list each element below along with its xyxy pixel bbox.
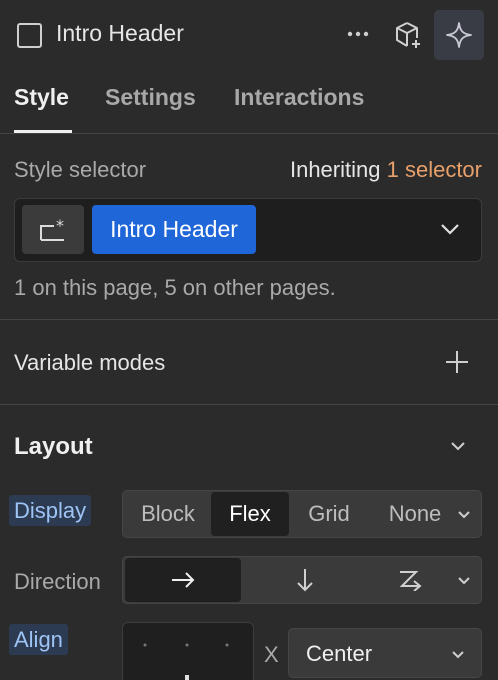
inheriting-info: Inheriting 1 selector <box>290 157 482 183</box>
inheriting-prefix: Inheriting <box>289 157 381 182</box>
display-option-flex[interactable]: Flex <box>211 492 289 536</box>
display-segmented-control: Block Flex Grid None <box>122 490 482 538</box>
active-tab-indicator <box>14 130 72 133</box>
selected-class-chip[interactable]: Intro Header <box>92 205 256 254</box>
wrap-icon <box>399 571 422 591</box>
direction-vertical-option[interactable] <box>247 557 363 603</box>
align-label-text: Align <box>9 624 68 655</box>
ai-sparkle-icon <box>446 22 472 48</box>
display-label-text: Display <box>9 495 92 526</box>
add-component-icon[interactable] <box>393 20 423 50</box>
plus-icon[interactable] <box>444 349 470 375</box>
divider <box>0 404 498 405</box>
direction-horizontal-option[interactable] <box>125 558 241 602</box>
direction-more-chevron-icon[interactable] <box>457 576 471 586</box>
arrow-right-icon <box>172 572 195 588</box>
align-grid[interactable] <box>122 622 254 680</box>
selector-usage-text: 1 on this page, 5 on other pages. <box>14 275 336 300</box>
ai-assistant-button[interactable] <box>434 10 484 60</box>
tab-settings[interactable]: Settings <box>105 84 196 111</box>
divider <box>0 319 498 320</box>
align-label: Align <box>9 624 68 655</box>
display-label: Display <box>9 495 92 526</box>
align-x-label: X <box>264 642 279 667</box>
direction-label: Direction <box>14 569 101 594</box>
display-option-grid[interactable]: Grid <box>291 491 367 537</box>
inheriting-selector-link[interactable]: 1 selector <box>387 157 482 182</box>
collapse-chevron-icon[interactable] <box>450 441 466 452</box>
element-title: Intro Header <box>56 20 184 46</box>
display-option-none[interactable]: None <box>373 491 457 537</box>
element-box-icon <box>17 23 42 48</box>
chevron-down-icon[interactable] <box>440 222 460 236</box>
chevron-down-icon <box>452 651 464 659</box>
variable-modes-label: Variable modes <box>14 350 166 375</box>
display-option-block[interactable]: Block <box>125 491 211 537</box>
style-selector-label: Style selector <box>14 157 147 182</box>
more-icon[interactable] <box>345 20 371 46</box>
direction-wrap-option[interactable] <box>369 557 453 603</box>
display-more-chevron-icon[interactable] <box>457 510 471 520</box>
layout-section-title: Layout <box>14 433 93 460</box>
svg-text:*: * <box>56 216 64 235</box>
align-x-value: Center <box>306 641 373 666</box>
selector-type-button[interactable]: * <box>22 205 84 254</box>
arrow-down-icon <box>297 569 313 592</box>
direction-segmented-control <box>122 556 482 604</box>
class-selector-icon: * <box>40 216 64 241</box>
panel-tabs: Style Settings Interactions <box>0 72 498 134</box>
tab-style[interactable]: Style <box>14 84 69 111</box>
tab-interactions[interactable]: Interactions <box>234 84 364 111</box>
align-x-select[interactable]: Center <box>288 628 482 678</box>
align-grid-dots-icon <box>143 643 229 680</box>
